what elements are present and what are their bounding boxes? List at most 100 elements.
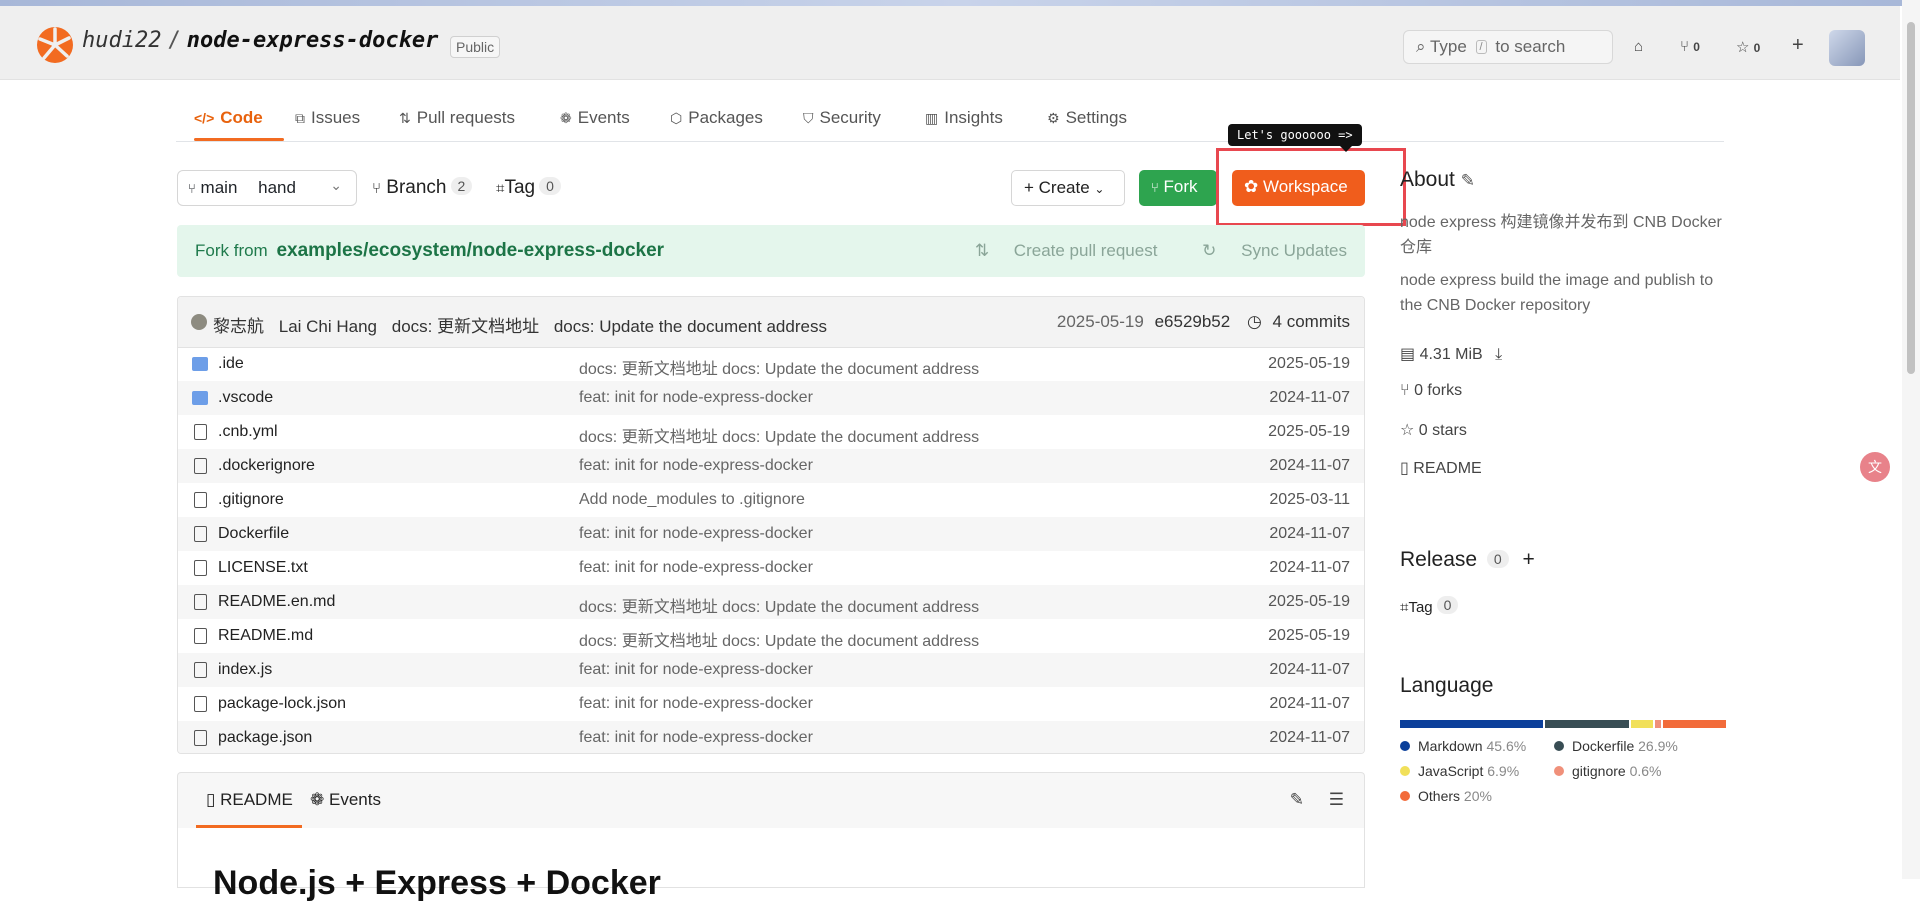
file-commit-message[interactable]: Add node_modules to .gitignore (579, 491, 805, 509)
tab-code[interactable]: </> Code (194, 108, 263, 128)
language-legend-item: JavaScript 6.9% (1400, 763, 1540, 788)
file-name[interactable]: .cnb.yml (218, 423, 278, 441)
file-row[interactable]: package-lock.json feat: init for node-exp… (178, 687, 1364, 721)
tab-insights[interactable]: ▥ Insights (925, 108, 1003, 128)
search-input[interactable]: ⌕ Type / to search (1403, 30, 1613, 64)
file-name[interactable]: .dockerignore (218, 457, 315, 475)
file-name[interactable]: index.js (218, 661, 272, 679)
file-name[interactable]: package.json (218, 729, 312, 747)
file-row[interactable]: .ide docs: 更新文档地址 docs: Update the docume… (178, 347, 1364, 381)
file-name[interactable]: LICENSE.txt (218, 559, 308, 577)
file-row[interactable]: .dockerignore feat: init for node-express… (178, 449, 1364, 483)
tab-settings[interactable]: ⚙ Settings (1047, 108, 1127, 128)
list-icon[interactable]: ☰ (1329, 790, 1344, 809)
building-icon[interactable]: ⌂ (1634, 38, 1643, 55)
tab-packages[interactable]: ⬡ Packages (670, 108, 763, 128)
file-icon (194, 492, 207, 508)
tab-events[interactable]: ❁ Events (560, 108, 630, 128)
fork-source-link[interactable]: examples/ecosystem/node-express-docker (276, 240, 664, 261)
tab-issues[interactable]: ⧉ Issues (295, 108, 360, 128)
add-release-button[interactable]: + (1523, 548, 1535, 571)
readme-heading: Node.js + Express + Docker (213, 864, 661, 902)
file-commit-message[interactable]: feat: init for node-express-docker (579, 729, 813, 747)
tab-pull-requests-label: Pull requests (416, 108, 516, 127)
workspace-tooltip: Let's goooooo => (1228, 124, 1362, 152)
last-commit-bar: 黎志航 Lai Chi Hang docs: 更新文档地址 docs: Upda… (178, 297, 1364, 348)
chevron-down-icon: ⌄ (1094, 182, 1105, 196)
fork-button[interactable]: ⑂ Fork (1139, 170, 1217, 206)
file-commit-message[interactable]: feat: init for node-express-docker (579, 525, 813, 543)
file-name[interactable]: README.md (218, 627, 313, 645)
create-label: + Create (1024, 178, 1090, 197)
repo-header: hudi22/node-express-docker Public ⌕ Type… (0, 6, 1900, 80)
header-star-button[interactable]: ☆ 0 (1736, 38, 1760, 56)
commit-message-cn[interactable]: docs: 更新文档地址 (392, 317, 539, 336)
user-avatar[interactable] (1829, 30, 1865, 66)
file-row[interactable]: .gitignore Add node_modules to .gitignore… (178, 483, 1364, 517)
file-name[interactable]: .gitignore (218, 491, 284, 509)
branches-link[interactable]: ⑂ Branch 2 (372, 177, 473, 199)
file-row[interactable]: README.en.md docs: 更新文档地址 docs: Update th… (178, 585, 1364, 619)
file-row[interactable]: package.json feat: init for node-express-… (178, 721, 1364, 753)
about-title: About ✎ (1400, 168, 1475, 191)
file-commit-message[interactable]: feat: init for node-express-docker (579, 389, 813, 407)
file-commit-message[interactable]: docs: 更新文档地址 docs: Update the document a… (579, 423, 979, 447)
file-name[interactable]: package-lock.json (218, 695, 346, 713)
file-icon (194, 424, 207, 440)
file-commit-message[interactable]: feat: init for node-express-docker (579, 457, 813, 475)
file-name[interactable]: .ide (218, 355, 244, 373)
file-row[interactable]: Dockerfile feat: init for node-express-do… (178, 517, 1364, 551)
about-description-cn: node express 构建镜像并发布到 CNB Docker 仓库 (1400, 214, 1722, 256)
commit-author-1[interactable]: 黎志航 (213, 317, 264, 336)
file-commit-message[interactable]: feat: init for node-express-docker (579, 661, 813, 679)
tab-settings-label: Settings (1065, 108, 1127, 127)
page-scrollbar[interactable] (1902, 0, 1920, 879)
create-button[interactable]: + Create ⌄ (1011, 170, 1125, 206)
tags-link[interactable]: ⌗Tag 0 (496, 177, 561, 199)
commit-author-avatar (191, 314, 207, 330)
search-icon: ⌕ (1416, 37, 1426, 56)
tab-readme[interactable]: ▯ README (206, 790, 293, 810)
scrollbar-thumb[interactable] (1907, 22, 1915, 374)
file-name[interactable]: .vscode (218, 389, 273, 407)
commit-hash[interactable]: e6529b52 (1155, 312, 1231, 331)
tab-security[interactable]: ⛉ Security (803, 108, 881, 128)
translate-float-button[interactable]: 文 (1860, 452, 1890, 482)
file-row[interactable]: LICENSE.txt feat: init for node-express-d… (178, 551, 1364, 585)
repo-name-link[interactable]: node-express-docker (187, 28, 439, 53)
file-commit-message[interactable]: feat: init for node-express-docker (579, 695, 813, 713)
plus-icon[interactable]: + (1792, 34, 1804, 57)
release-tag[interactable]: ⌗Tag 0 (1400, 596, 1459, 616)
file-row[interactable]: index.js feat: init for node-express-dock… (178, 653, 1364, 687)
pencil-icon[interactable]: ✎ (1461, 171, 1475, 190)
language-title: Language (1400, 674, 1494, 697)
branch-selector[interactable]: ⑂ main hand ⌄ (177, 170, 357, 206)
commit-message-en[interactable]: docs: Update the document address (554, 317, 827, 336)
file-row[interactable]: .vscode feat: init for node-express-docke… (178, 381, 1364, 415)
header-fork-button[interactable]: ⑂ 0 (1680, 38, 1700, 55)
file-list: .ide docs: 更新文档地址 docs: Update the docume… (178, 347, 1364, 753)
create-pull-request-button[interactable]: ⇅ Create pull request (955, 241, 1158, 260)
repo-owner-link[interactable]: hudi22 (82, 28, 161, 53)
file-name[interactable]: Dockerfile (218, 525, 289, 543)
file-row[interactable]: README.md docs: 更新文档地址 docs: Update the d… (178, 619, 1364, 653)
pencil-icon[interactable]: ✎ (1290, 790, 1304, 809)
commits-link[interactable]: ◷ 4 commits (1241, 312, 1350, 331)
file-commit-message[interactable]: docs: 更新文档地址 docs: Update the document a… (579, 593, 979, 617)
file-row[interactable]: .cnb.yml docs: 更新文档地址 docs: Update the do… (178, 415, 1364, 449)
tab-pull-requests[interactable]: ⇅ Pull requests (399, 108, 515, 128)
tab-issues-label: Issues (311, 108, 361, 127)
header-star-count: 0 (1753, 41, 1761, 55)
file-commit-message[interactable]: docs: 更新文档地址 docs: Update the document a… (579, 627, 979, 651)
forks-link[interactable]: ⑂ 0 forks (1400, 382, 1730, 420)
tab-readme-events[interactable]: ❁ Events (310, 790, 381, 810)
readme-link[interactable]: ▯ README (1400, 458, 1730, 496)
file-name[interactable]: README.en.md (218, 593, 335, 611)
sync-updates-button[interactable]: ↻ Sync Updates (1182, 241, 1347, 260)
file-commit-message[interactable]: feat: init for node-express-docker (579, 559, 813, 577)
file-commit-message[interactable]: docs: 更新文档地址 docs: Update the document a… (579, 355, 979, 379)
stars-link[interactable]: ☆ 0 stars (1400, 420, 1730, 458)
cnb-logo-icon[interactable] (36, 26, 74, 64)
download-icon[interactable]: ⤓ (1495, 346, 1502, 363)
commit-author-2[interactable]: Lai Chi Hang (279, 317, 377, 336)
